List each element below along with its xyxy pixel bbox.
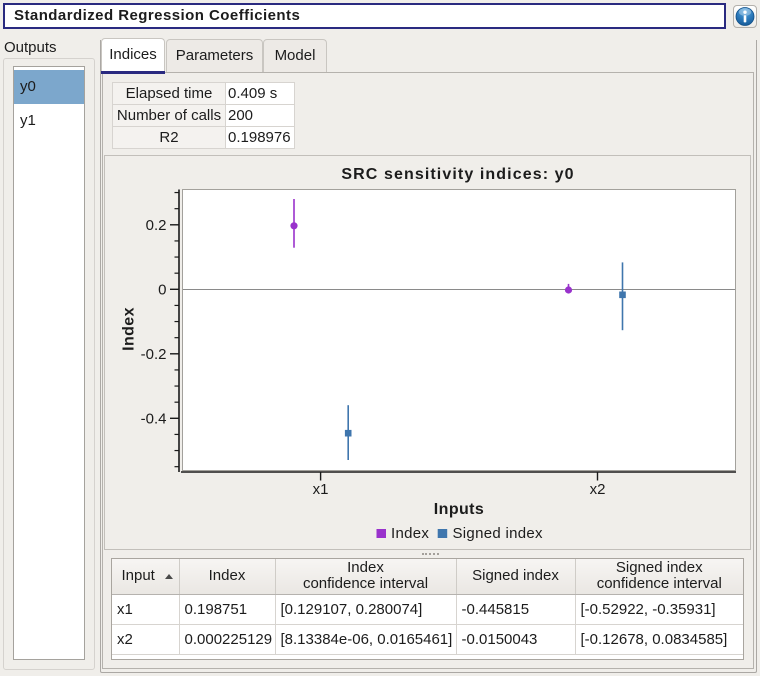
svg-text:x2: x2 xyxy=(590,481,606,498)
svg-text:Index: Index xyxy=(391,525,429,542)
svg-text:SRC sensitivity indices: y0: SRC sensitivity indices: y0 xyxy=(341,166,574,183)
svg-text:0.2: 0.2 xyxy=(146,217,167,234)
svg-text:x1: x1 xyxy=(313,481,329,498)
svg-text:-0.4: -0.4 xyxy=(141,410,167,427)
svg-text:Inputs: Inputs xyxy=(434,501,484,518)
svg-text:-0.2: -0.2 xyxy=(141,346,167,363)
svg-text:Signed index: Signed index xyxy=(453,525,544,542)
svg-text:0: 0 xyxy=(158,281,166,298)
svg-text:Index: Index xyxy=(121,307,138,351)
